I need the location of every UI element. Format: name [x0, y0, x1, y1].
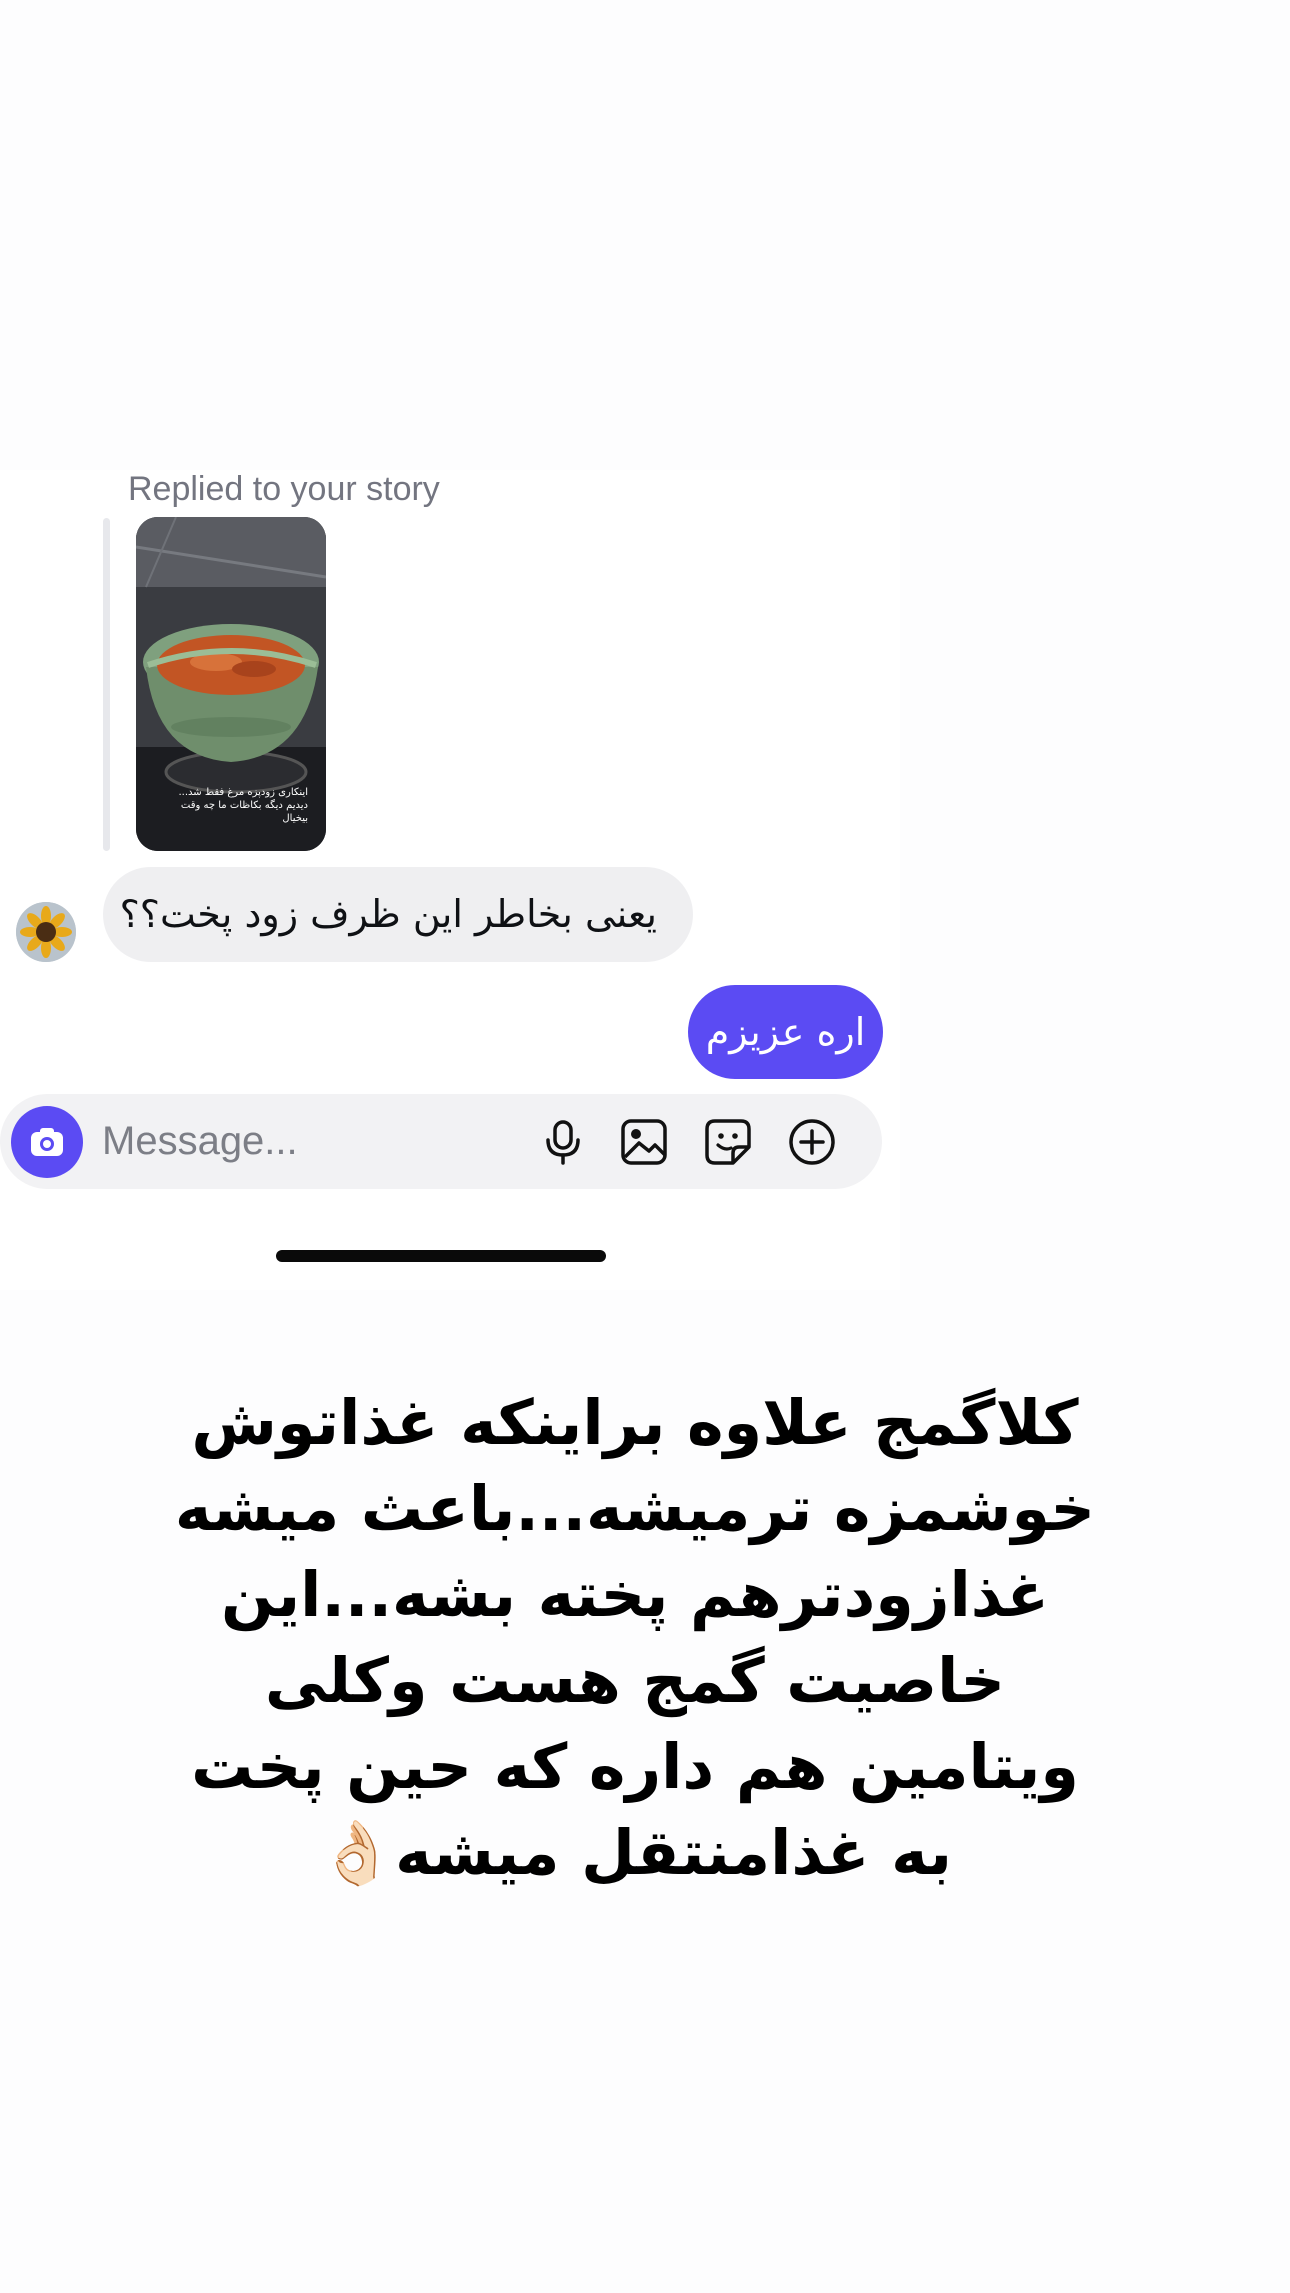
outgoing-message-bubble[interactable]: اره عزیزم	[688, 985, 883, 1079]
reply-quote-bar	[103, 518, 110, 851]
sticker-icon[interactable]	[703, 1117, 753, 1167]
overlay-line: غذازودترهم پخته بشه...این	[221, 1558, 1049, 1631]
message-composer	[0, 1094, 882, 1189]
story-overlay-text: کلاگمج علاوه براینکه غذاتوش خوشمزه ترمیش…	[150, 1380, 1120, 1896]
story-caption: اینکاری زودپزه مرغ فقط شد... دیدیم دیگه …	[178, 787, 308, 824]
overlay-line: خاصیت گمج هست وکلی	[264, 1644, 1006, 1717]
overlay-line: به غذامنتقل میشه👌🏻	[317, 1816, 953, 1889]
overlay-line: ویتامین هم داره که حین پخت	[191, 1730, 1079, 1803]
sunflower-avatar-image	[16, 902, 76, 962]
home-indicator	[276, 1250, 606, 1262]
overlay-line: کلاگمج علاوه براینکه غذاتوش	[191, 1386, 1079, 1459]
message-input[interactable]	[102, 1114, 502, 1169]
camera-button[interactable]	[11, 1106, 83, 1178]
sender-avatar[interactable]	[16, 902, 76, 962]
replied-to-story-label: Replied to your story	[128, 470, 440, 508]
overlay-line: خوشمزه ترمیشه...باعث میشه	[174, 1472, 1096, 1545]
story-thumbnail[interactable]: اینکاری زودپزه مرغ فقط شد... دیدیم دیگه …	[136, 517, 326, 851]
incoming-message-bubble[interactable]: یعنی بخاطر این ظرف زود پخت؟؟	[103, 867, 693, 962]
plus-circle-icon[interactable]	[787, 1117, 837, 1167]
camera-icon	[31, 1128, 63, 1156]
microphone-icon[interactable]	[538, 1117, 588, 1167]
gallery-icon[interactable]	[619, 1117, 669, 1167]
